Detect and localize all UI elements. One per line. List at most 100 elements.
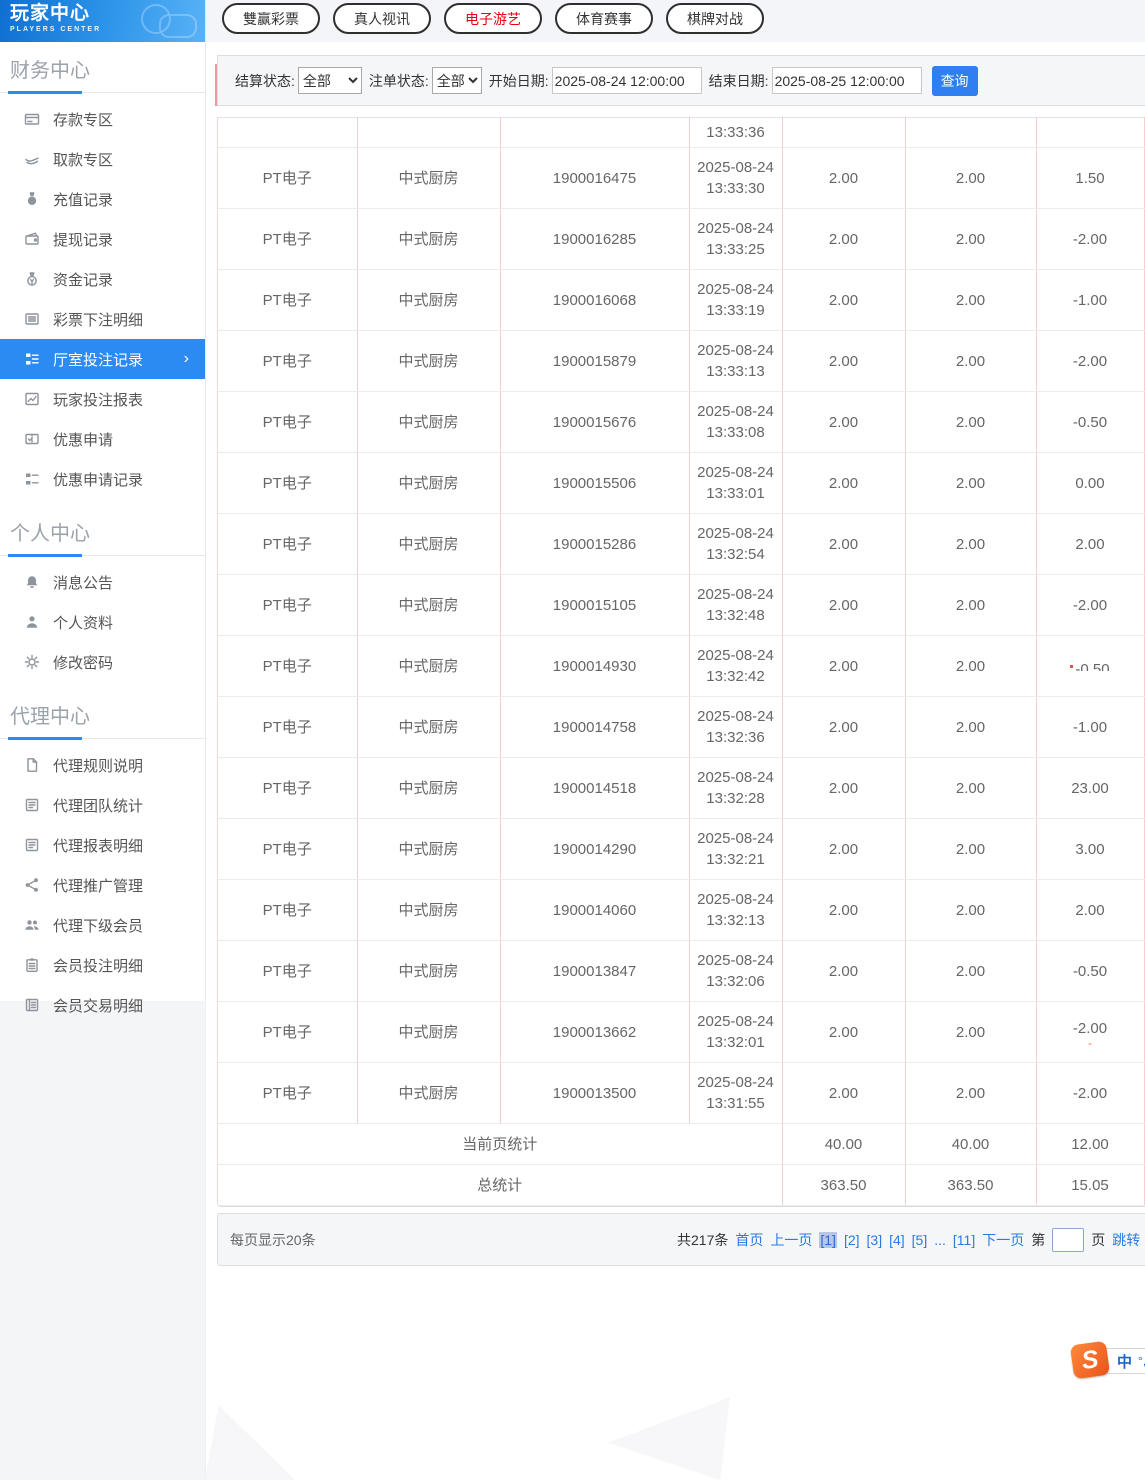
sidebar-item-会员投注明细[interactable]: 会员投注明细 [0, 945, 205, 985]
page-link-current[interactable]: [1] [819, 1231, 837, 1248]
prev-page-link[interactable]: 上一页 [770, 1230, 812, 1250]
valid-bet-cell: 2.00 [905, 452, 1037, 514]
valid-bet-cell: 2.00 [905, 1062, 1037, 1124]
sidebar-item-彩票下注明细[interactable]: 彩票下注明细 [0, 299, 205, 339]
sidebar-item-提现记录[interactable]: 提现记录 [0, 219, 205, 259]
watermark-triangle [608, 1397, 730, 1480]
order-cell [500, 117, 690, 148]
sidebar-item-优惠申请记录[interactable]: 优惠申请记录 [0, 459, 205, 499]
board-icon [24, 797, 40, 813]
vendor-cell: PT电子 [218, 1001, 358, 1063]
vendor-cell: PT电子 [218, 818, 358, 880]
valid-bet-cell: 2.00 [905, 879, 1037, 941]
time-cell: 2025-08-24 13:32:13 [689, 879, 783, 941]
table-row: PT电子 中式厨房 1900014060 2025-08-24 13:32:13 2.00… [218, 879, 1145, 941]
sidebar-item-修改密码[interactable]: 修改密码 [0, 642, 205, 682]
game-cell: 中式厨房 [357, 696, 501, 758]
doc-icon [24, 757, 40, 773]
table-row: PT电子 中式厨房 1900014930 2025-08-24 13:32:42 2.00… [218, 635, 1145, 697]
tab-真人视讯[interactable]: 真人视讯 [333, 3, 431, 34]
share-icon [24, 877, 40, 893]
list-check-icon [24, 471, 40, 487]
hand-coin-icon [24, 151, 40, 167]
wallet-icon [24, 231, 40, 247]
sidebar-item-存款专区[interactable]: 存款专区 [0, 99, 205, 139]
sidebar-item-代理下级会员[interactable]: 代理下级会员 [0, 905, 205, 945]
sidebar-section-title: 代理中心 [0, 688, 205, 740]
vendor-cell: PT电子 [218, 452, 358, 514]
sidebar-item-个人资料[interactable]: 个人资料 [0, 602, 205, 642]
table-row: PT电子 中式厨房 1900013500 2025-08-24 13:31:55 2.00… [218, 1062, 1145, 1124]
ime-punct-indicator[interactable]: °, [1138, 1354, 1145, 1368]
page-link[interactable]: [3] [867, 1232, 883, 1248]
tab-棋牌对战[interactable]: 棋牌对战 [666, 3, 764, 34]
sidebar-footer-area [0, 1001, 206, 1480]
valid-bet-cell [905, 117, 1037, 148]
tab-体育赛事[interactable]: 体育赛事 [555, 3, 653, 34]
winloss-cell: -1.00 [1036, 269, 1145, 331]
sidebar-item-会员交易明细[interactable]: 会员交易明细 [0, 985, 205, 1025]
winloss-cell: -0.50 [1036, 391, 1145, 453]
sidebar-item-资金记录[interactable]: 资金记录 [0, 259, 205, 299]
sidebar-item-label: 个人资料 [53, 614, 114, 632]
valid-bet-cell: 2.00 [905, 696, 1037, 758]
tab-电子游艺[interactable]: 电子游艺 [444, 3, 542, 34]
page-link[interactable]: [4] [889, 1232, 905, 1248]
winloss-cell: -2.00- [1036, 1001, 1145, 1063]
per-page-label: 每页显示20条 [230, 1231, 316, 1248]
sidebar-item-label: 修改密码 [53, 654, 114, 672]
sidebar-item-充值记录[interactable]: 充值记录 [0, 179, 205, 219]
sidebar-item-玩家投注报表[interactable]: 玩家投注报表 [0, 379, 205, 419]
sidebar-item-取款专区[interactable]: 取款专区 [0, 139, 205, 179]
stats-valid-bet-cell: 40.00 [905, 1123, 1037, 1165]
sidebar-item-label: 代理团队统计 [53, 797, 144, 815]
sidebar-section-title: 个人中心 [0, 505, 205, 557]
settle-status-select[interactable]: 全部 [297, 67, 362, 94]
ime-lang-indicator[interactable]: 中 [1117, 1351, 1132, 1372]
page-stats-row: 当前页统计 40.00 40.00 12.00 [218, 1123, 1145, 1165]
ime-toolbar[interactable]: 中 °, S [1069, 1340, 1145, 1380]
time-cell: 2025-08-24 13:32:42 [689, 635, 783, 697]
valid-bet-cell: 2.00 [905, 940, 1037, 1002]
tab-雙赢彩票[interactable]: 雙赢彩票 [222, 3, 320, 34]
order-cell: 1900015879 [500, 330, 690, 392]
sidebar-item-label: 存款专区 [53, 111, 114, 129]
sidebar-item-优惠申请[interactable]: 优惠申请 [0, 419, 205, 459]
order-cell: 1900015676 [500, 391, 690, 453]
sidebar-item-厅室投注记录[interactable]: 厅室投注记录 › [0, 339, 205, 379]
end-date-input[interactable] [771, 67, 922, 94]
sidebar-item-代理推广管理[interactable]: 代理推广管理 [0, 865, 205, 905]
sidebar-item-代理报表明细[interactable]: 代理报表明细 [0, 825, 205, 865]
sidebar-item-消息公告[interactable]: 消息公告 [0, 562, 205, 602]
sidebar-item-代理团队统计[interactable]: 代理团队统计 [0, 785, 205, 825]
brand-header: 玩家中心 PLAYERS CENTER [0, 0, 205, 42]
total-count: 共217条 [677, 1231, 729, 1248]
total-stats-row: 总统计 363.50 363.50 15.05 [218, 1164, 1145, 1206]
ime-logo-icon[interactable]: S [1069, 1340, 1111, 1380]
first-page-link[interactable]: 首页 [735, 1230, 763, 1250]
winloss-cell: 2.00 [1036, 879, 1145, 941]
search-button[interactable]: 查询 [931, 65, 978, 96]
sidebar-item-代理规则说明[interactable]: 代理规则说明 [0, 745, 205, 785]
artifact-mark [1070, 665, 1074, 669]
jump-page-input[interactable] [1052, 1227, 1085, 1252]
stats-valid-bet-cell: 363.50 [905, 1164, 1037, 1206]
sidebar-section-title: 财务中心 [0, 42, 205, 94]
page-link[interactable]: [2] [844, 1232, 860, 1248]
game-cell: 中式厨房 [357, 879, 501, 941]
order-cell: 1900014290 [500, 818, 690, 880]
start-date-input[interactable] [551, 67, 702, 94]
page-link[interactable]: [5] [912, 1232, 928, 1248]
board-icon [24, 837, 40, 853]
valid-bet-cell: 2.00 [905, 818, 1037, 880]
order-status-select[interactable]: 全部 [431, 67, 482, 94]
sidebar-item-label: 代理报表明细 [53, 837, 144, 855]
next-page-link[interactable]: 下一页 [982, 1230, 1024, 1250]
bet-cell: 2.00 [782, 879, 906, 941]
valid-bet-cell: 2.00 [905, 330, 1037, 392]
bet-cell: 2.00 [782, 208, 906, 270]
users-icon [24, 917, 40, 933]
winloss-cell: -1.00 [1036, 696, 1145, 758]
jump-button[interactable]: 跳转 [1112, 1230, 1140, 1250]
last-page-link[interactable]: [11] [953, 1232, 975, 1248]
